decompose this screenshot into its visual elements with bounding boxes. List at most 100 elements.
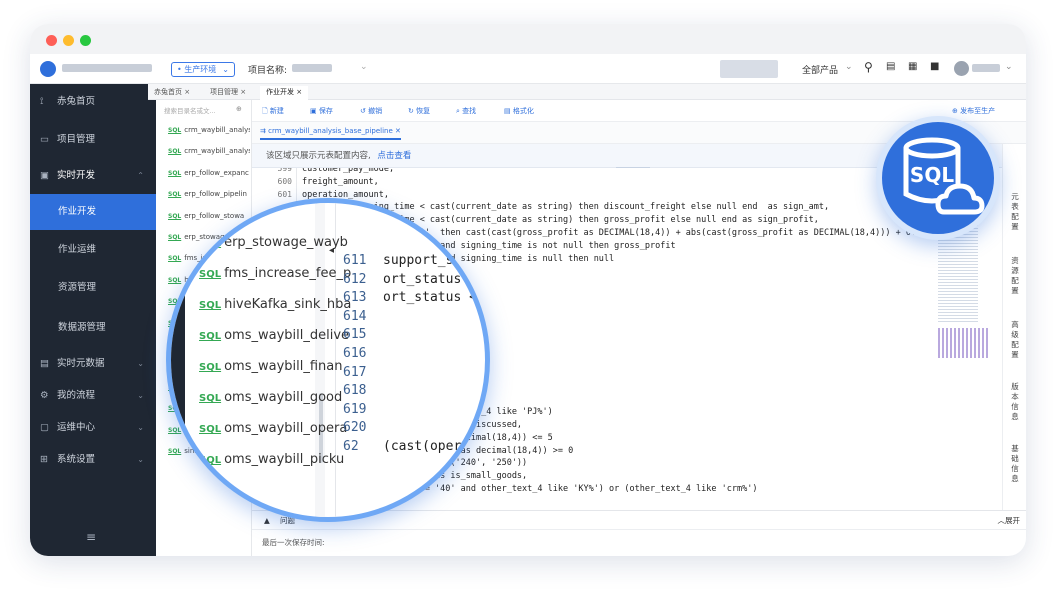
code-line[interactable]: customer_pay_mode, <box>302 168 394 174</box>
tab-project[interactable]: 项目管理 × <box>204 86 252 100</box>
lens-line-number: 612 <box>343 271 367 287</box>
file-search-input[interactable]: 搜索目录名或文... <box>160 104 248 119</box>
lens-line-number: 611 <box>343 253 367 268</box>
find-button[interactable]: ⌕ 查找 <box>456 106 476 116</box>
lens-code-line: (cast(operation_weight <box>383 439 485 454</box>
file-tree-item[interactable]: SQL erp_follow_pipelin <box>168 188 250 200</box>
file-name: erp_follow_pipelin <box>184 190 247 199</box>
lens-code-line: support_status = '1' <box>383 253 490 268</box>
sql-file-icon: SQL <box>168 191 182 199</box>
rabbit-icon: ⟟ <box>40 96 44 107</box>
app-logo[interactable] <box>40 61 56 77</box>
close-window-dot[interactable] <box>46 35 57 46</box>
sql-badge: SQL <box>876 116 1000 240</box>
lens-line-number: 617 <box>343 364 367 380</box>
grid-icon: ⊞ <box>40 454 48 465</box>
lens-file-item[interactable]: SQL oms_waybill_opera <box>199 421 347 436</box>
lens-file-item[interactable]: SQL oms_waybill_picku <box>199 452 344 467</box>
maximize-window-dot[interactable] <box>80 35 91 46</box>
warning-icon: ▲ <box>264 516 270 525</box>
close-icon[interactable]: ✕ <box>395 127 401 135</box>
rail-table-config[interactable]: 元表配置 <box>1009 192 1021 232</box>
tab-job-dev[interactable]: 作业开发 × <box>260 86 309 100</box>
file-tree-item[interactable]: SQL erp_follow_expanc <box>168 167 250 179</box>
sidebar-item-realtime-dev[interactable]: ▣ 实时开发 ⌃ <box>30 158 156 194</box>
sidebar-item-resources[interactable]: 资源管理 <box>30 270 156 306</box>
environment-select[interactable]: • 生产环境 ⌄ <box>171 62 235 77</box>
sql-file-icon: ⇉ <box>260 127 266 135</box>
new-label: 新建 <box>269 107 284 115</box>
close-icon[interactable]: × <box>240 88 246 96</box>
chevron-down-icon[interactable]: ⌄ <box>1005 62 1013 72</box>
app-name-blurred <box>62 64 152 72</box>
file-tab-label: crm_waybill_analysis_base_pipeline <box>268 127 393 135</box>
notice-view-link[interactable]: 点击查看 <box>377 151 411 161</box>
code-line[interactable]: freight_amount, <box>302 177 379 187</box>
locate-icon[interactable]: ⊕ <box>236 105 242 113</box>
lens-line-number: 620 <box>343 420 367 436</box>
calendar-icon[interactable]: ▦ <box>908 61 917 72</box>
lens-file-item[interactable]: SQL fms_increase_fee_p <box>199 266 351 281</box>
rail-advanced-config[interactable]: 高级配置 <box>1009 320 1021 360</box>
project-select-chevron-icon[interactable]: ⌄ <box>360 62 368 72</box>
lens-file-item[interactable]: SQL erp_stowage_wayb <box>199 235 348 250</box>
sql-file-icon: SQL <box>168 148 182 156</box>
sidebar-item-job-dev[interactable]: 作业开发 <box>30 194 156 230</box>
rail-version-info[interactable]: 版本信息 <box>1009 382 1021 422</box>
new-button[interactable]: 🗋 新建 <box>262 106 284 118</box>
sidebar-item-ops-center[interactable]: ▢ 运维中心 ⌄ <box>30 410 156 446</box>
minimize-window-dot[interactable] <box>63 35 74 46</box>
sidebar-item-home[interactable]: ⟟ 赤兔首页 <box>30 84 156 120</box>
publish-button[interactable]: ⊕ 发布至生产 <box>952 106 995 116</box>
file-tree-item[interactable]: SQL crm_waybill_analys <box>168 145 250 157</box>
save-button[interactable]: ▣ 保存 <box>310 106 333 116</box>
sidebar-item-settings[interactable]: ⊞ 系统设置 ⌄ <box>30 442 156 478</box>
restore-button[interactable]: ↻ 恢复 <box>408 106 430 116</box>
file-name: crm_waybill_analys <box>184 147 250 156</box>
notice-text: 该区域只展示元表配置内容, <box>266 151 371 161</box>
lens-sidebar-edge <box>171 203 185 517</box>
sidebar-item-flow[interactable]: ⚙ 我的流程 ⌄ <box>30 378 156 414</box>
undo-button[interactable]: ↺ 撤销 <box>360 106 382 116</box>
sidebar-item-metadata[interactable]: ▤ 实时元数据 ⌄ <box>30 346 156 382</box>
lens-file-item[interactable]: SQL oms_waybill_finan <box>199 359 342 374</box>
menu-icon[interactable]: ≡ <box>86 530 96 544</box>
minimap-highlight <box>938 328 990 358</box>
lens-file-name: hiveKafka_sink_hba <box>224 297 352 312</box>
file-tree-item[interactable]: SQL crm_waybill_analys <box>168 124 250 136</box>
lens-line-number: 618 <box>343 383 367 399</box>
format-button[interactable]: ▤ 格式化 <box>504 106 534 116</box>
document-icon[interactable]: ▤ <box>886 61 895 72</box>
badge-label: SQL <box>910 163 954 187</box>
lens-file-item[interactable]: SQL hiveKafka_sink_hba <box>199 297 351 312</box>
lens-file-item[interactable]: SQL oms_waybill_delive <box>199 328 349 343</box>
book-icon[interactable]: ■ <box>930 61 939 72</box>
find-label: 查找 <box>462 107 477 115</box>
flow-icon: ⚙ <box>40 390 49 401</box>
right-config-rail: 元表配置 资源配置 高级配置 版本信息 基础信息 <box>1002 144 1026 510</box>
format-label: 格式化 <box>512 107 534 115</box>
search-icon[interactable]: ⚲ <box>864 60 873 74</box>
lens-file-item[interactable]: SQL oms_waybill_good <box>199 390 342 405</box>
sidebar-item-label: 我的流程 <box>57 390 96 401</box>
file-tab-active[interactable]: ⇉ crm_waybill_analysis_base_pipeline ✕ <box>260 127 401 140</box>
sidebar-item-datasources[interactable]: 数据源管理 <box>30 310 156 346</box>
all-products-menu[interactable]: 全部产品 <box>802 63 838 76</box>
tab-home[interactable]: 赤兔首页 × <box>148 86 196 100</box>
sidebar-item-project[interactable]: ▭ 项目管理 <box>30 122 156 158</box>
save-label: 保存 <box>318 107 333 115</box>
sidebar-item-job-ops[interactable]: 作业运维 <box>30 232 156 268</box>
expand-problems-button[interactable]: ︿展开 <box>998 511 1021 531</box>
lens-file-name: oms_waybill_good <box>224 390 343 405</box>
close-icon[interactable]: × <box>184 88 190 96</box>
lens-line-number: 613 <box>343 290 367 306</box>
rail-basic-info[interactable]: 基础信息 <box>1009 444 1021 484</box>
lens-file-name: oms_waybill_delive <box>224 328 350 343</box>
sidebar-item-label: 运维中心 <box>57 422 96 433</box>
avatar[interactable] <box>954 61 969 76</box>
rail-resource-config[interactable]: 资源配置 <box>1009 256 1021 296</box>
sidebar: ⟟ 赤兔首页 ▭ 项目管理 ▣ 实时开发 ⌃ 作业开发 作业运维 资源管理 数据源… <box>30 84 156 556</box>
database-cloud-icon: SQL <box>903 137 985 215</box>
close-icon[interactable]: × <box>296 88 302 96</box>
window-titlebar <box>30 24 1026 54</box>
